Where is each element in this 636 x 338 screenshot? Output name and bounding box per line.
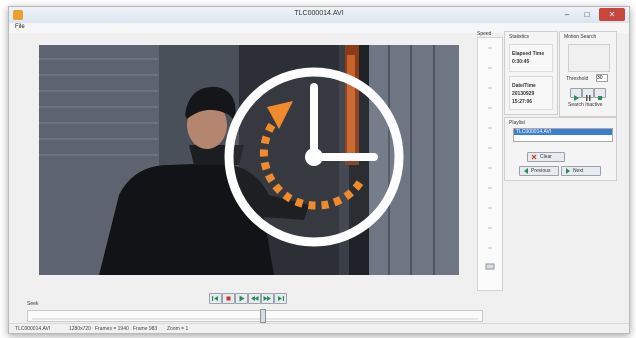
stop-icon [226, 296, 231, 301]
clear-label: Clear [540, 154, 552, 160]
close-button[interactable]: ✕ [599, 8, 625, 21]
threshold-input[interactable] [596, 74, 608, 82]
skip-forward-icon [278, 296, 284, 301]
status-zoom: Zoom = 1 [167, 326, 189, 332]
motion-pause-button[interactable] [582, 88, 594, 101]
next-icon [566, 168, 570, 174]
play-button[interactable] [235, 293, 248, 304]
threshold-label: Threshold [566, 76, 589, 82]
status-bar: TLC000014.AVI 1280x720 Frames = 1940 Fra… [9, 323, 629, 333]
status-file: TLC000014.AVI [15, 326, 51, 332]
stop-button[interactable] [222, 293, 235, 304]
frame-forward-button[interactable] [261, 293, 274, 304]
search-status: Search Inactive [568, 102, 603, 108]
frame-back-icon [251, 296, 259, 301]
elapsed-value: 0:30:45 [512, 59, 530, 65]
pause-icon [586, 95, 591, 101]
previous-button[interactable]: Previous [519, 166, 559, 176]
status-resolution: 1280x720 [69, 326, 91, 332]
motion-search-title: Motion Search [564, 34, 597, 40]
speed-slider-ticks [485, 47, 495, 270]
play-icon [574, 95, 579, 101]
statistics-panel: Statistics Elapsed Time 0:30:45 Date/Tim… [504, 31, 558, 115]
stop-icon [598, 96, 602, 100]
datetime-label: Date/Time [512, 83, 536, 89]
playlist-title: Playlist [509, 120, 525, 126]
next-button[interactable]: Next [561, 166, 601, 176]
elapsed-label: Elapsed Time [512, 51, 545, 57]
seek-label: Seek [27, 301, 39, 307]
seek-thumb[interactable] [259, 309, 266, 323]
skip-forward-button[interactable] [274, 293, 287, 304]
frame-forward-icon [263, 296, 271, 301]
next-label: Next [573, 168, 584, 174]
datetime-box: Date/Time 20130929 15:27:06 [509, 76, 553, 110]
frame-back-button[interactable] [248, 293, 261, 304]
play-icon [239, 295, 245, 302]
maximize-button[interactable]: □ [577, 8, 597, 21]
motion-start-button[interactable] [570, 88, 582, 101]
app-window: TLC000014.AVI – □ ✕ File Speed Statistic… [8, 6, 630, 334]
date-value: 20130929 [512, 91, 535, 97]
status-frames: Frames = 1940 [95, 326, 129, 332]
time-value: 15:27:06 [512, 99, 533, 105]
skip-back-icon [212, 296, 218, 301]
seek-slider[interactable] [27, 310, 483, 322]
window-title: TLC000014.AVI [294, 10, 344, 17]
playlist-list[interactable]: TLC000014.AVI [513, 128, 613, 142]
clear-button[interactable]: Clear [527, 152, 565, 162]
motion-stop-button[interactable] [594, 88, 606, 100]
minimize-button[interactable]: – [557, 8, 577, 21]
status-frame: Frame 983 [133, 326, 158, 332]
video-display[interactable] [39, 45, 459, 275]
video-frame-image [39, 45, 459, 275]
elapsed-box: Elapsed Time 0:30:45 [509, 44, 553, 72]
menu-file[interactable]: File [15, 24, 25, 30]
title-bar: TLC000014.AVI – □ ✕ [9, 7, 629, 24]
speed-slider[interactable] [477, 37, 503, 291]
clear-icon [531, 154, 537, 160]
statistics-title: Statistics [509, 34, 530, 40]
skip-back-button[interactable] [209, 293, 222, 304]
motion-preview [568, 44, 610, 72]
previous-label: Previous [531, 168, 551, 174]
motion-search-panel: Motion Search Threshold Search Inactive [559, 31, 617, 117]
playlist-panel: Playlist TLC000014.AVI Clear Previous Ne… [504, 117, 617, 181]
playlist-item[interactable]: TLC000014.AVI [514, 129, 612, 135]
previous-icon [524, 168, 528, 174]
